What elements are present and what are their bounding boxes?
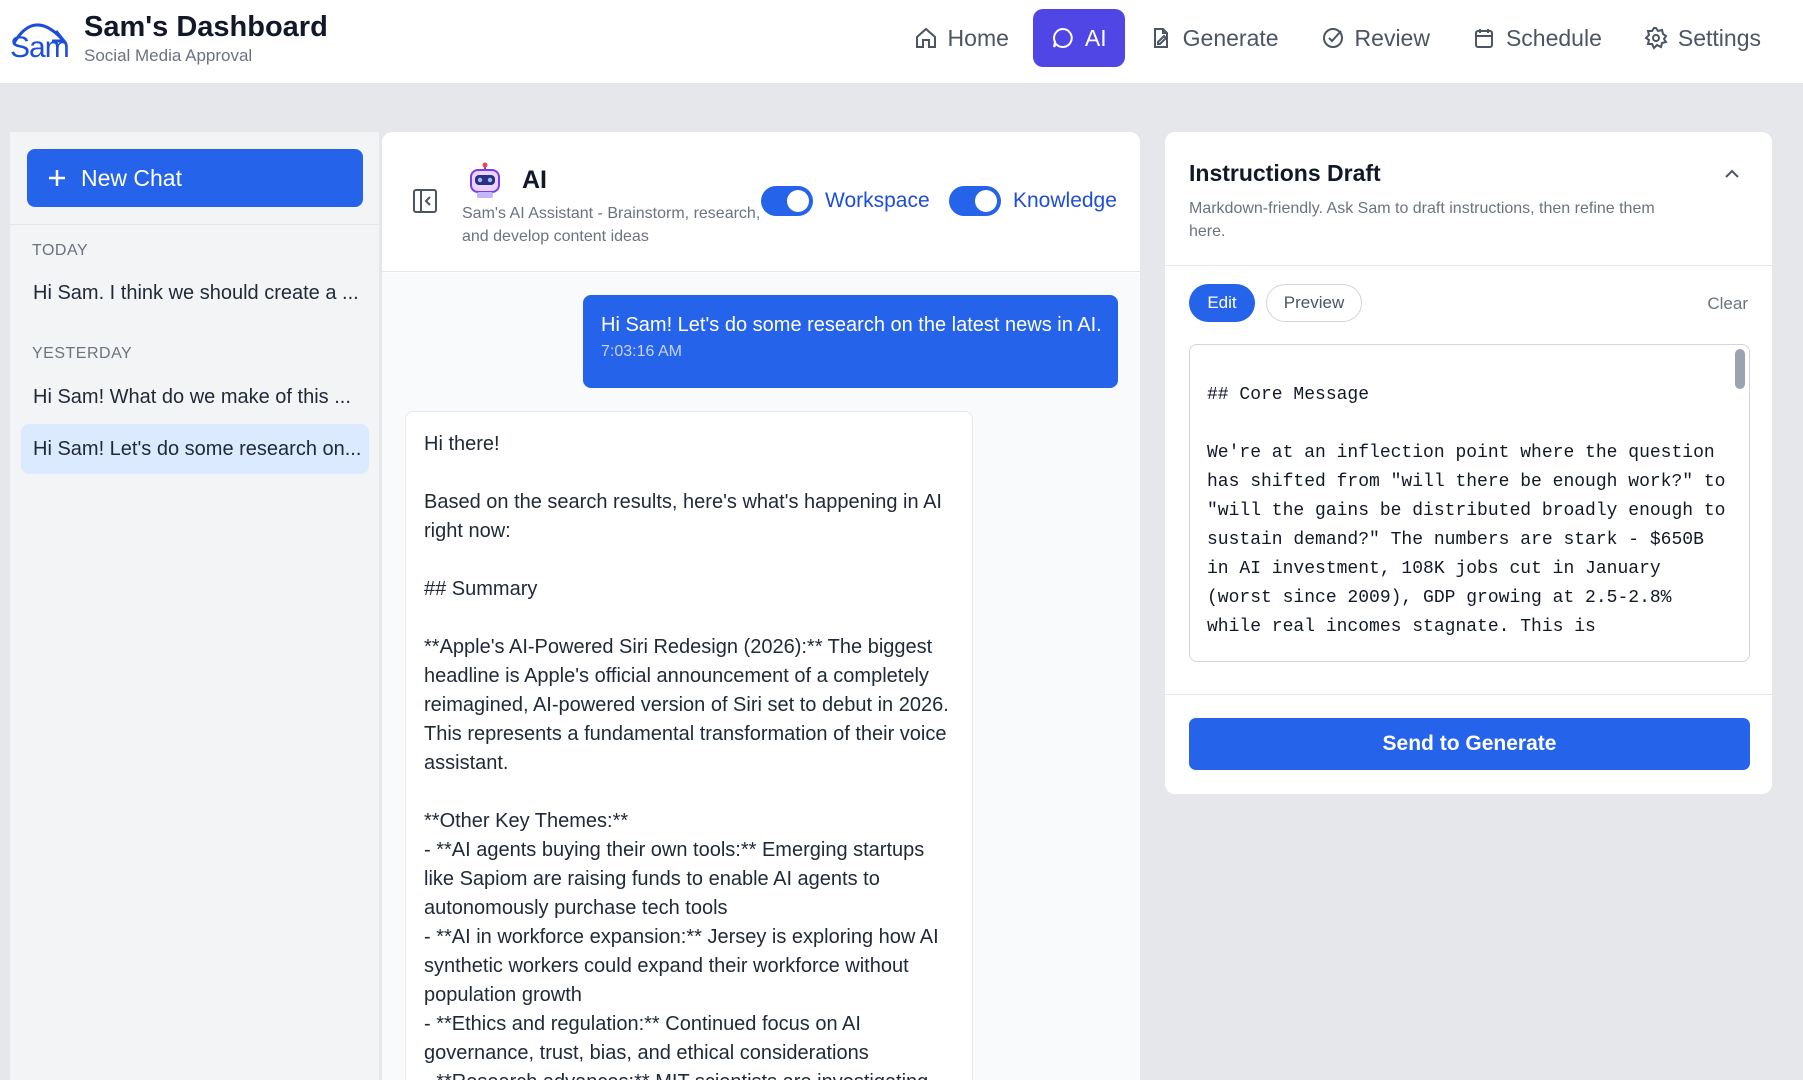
section-label-yesterday: YESTERDAY xyxy=(32,345,133,362)
preview-tab[interactable]: Preview xyxy=(1266,284,1362,322)
chat-panel: AI Sam's AI Assistant - Brainstorm, rese… xyxy=(382,132,1140,1080)
nav-schedule[interactable]: Schedule xyxy=(1454,9,1620,67)
message-list[interactable]: Hi Sam! Let's do some research on the la… xyxy=(382,273,1140,1080)
chat-history-item[interactable]: Hi Sam. I think we should create a ... xyxy=(21,268,369,318)
nav-review[interactable]: Review xyxy=(1303,9,1448,67)
nav-schedule-label: Schedule xyxy=(1505,24,1602,51)
chat-title: AI xyxy=(522,166,547,194)
robot-icon xyxy=(470,162,500,198)
home-icon xyxy=(915,27,936,48)
ai-greeting: Hi there! xyxy=(424,433,500,455)
editor-scrollbar[interactable] xyxy=(1735,349,1745,389)
chat-history-sidebar: New Chat TODAY Hi Sam. I think we should… xyxy=(10,132,380,1080)
section-label-today: TODAY xyxy=(32,242,89,259)
message-timestamp: 7:03:16 AM xyxy=(601,343,682,360)
nav-generate-label: Generate xyxy=(1182,24,1279,51)
new-chat-label: New Chat xyxy=(81,164,182,191)
workspace-switch[interactable] xyxy=(761,186,813,216)
nav-ai[interactable]: AI xyxy=(1032,9,1125,67)
top-bar: Sam Sam's Dashboard Social Media Approva… xyxy=(0,0,1803,84)
chevron-up-icon[interactable] xyxy=(1722,164,1742,184)
ai-message: Hi there! Based on the search results, h… xyxy=(405,411,973,1080)
nav-home-label: Home xyxy=(947,24,1009,51)
nav-ai-label: AI xyxy=(1084,24,1107,51)
sam-logo: Sam xyxy=(8,13,70,65)
send-to-generate-button[interactable]: Send to Generate xyxy=(1189,718,1750,770)
ai-themes-heading: **Other Key Themes:** xyxy=(424,810,629,832)
knowledge-toggle[interactable]: Knowledge xyxy=(949,186,1117,216)
chat-icon xyxy=(1052,27,1073,48)
editor-content[interactable]: ## Core Message We're at an inflection p… xyxy=(1207,381,1733,642)
nav-settings-label: Settings xyxy=(1677,24,1761,51)
logo-text: Sam xyxy=(10,31,70,64)
knowledge-label: Knowledge xyxy=(1013,189,1117,212)
main-nav: Home AI Generate Review Schedule Setting… xyxy=(896,9,1779,67)
new-chat-button[interactable]: New Chat xyxy=(27,149,363,207)
ai-bullet: - **Ethics and regulation:** Continued f… xyxy=(424,1013,869,1064)
ai-bullet: - **Research advances:** MIT scientists … xyxy=(424,1068,954,1080)
panel-divider xyxy=(1165,265,1772,266)
instructions-editor[interactable]: ## Core Message We're at an inflection p… xyxy=(1189,344,1750,662)
user-message-text: Hi Sam! Let's do some research on the la… xyxy=(601,314,1102,336)
edit-tab[interactable]: Edit xyxy=(1189,284,1255,322)
user-message: Hi Sam! Let's do some research on the la… xyxy=(583,295,1118,388)
ai-paragraph: **Apple's AI-Powered Siri Redesign (2026… xyxy=(424,636,949,774)
check-circle-icon xyxy=(1322,28,1343,48)
sidebar-divider xyxy=(10,224,380,225)
workspace-label: Workspace xyxy=(825,189,930,212)
calendar-icon xyxy=(1474,29,1493,48)
gear-icon xyxy=(1644,27,1668,50)
plus-icon xyxy=(49,170,65,186)
knowledge-switch[interactable] xyxy=(949,186,1001,216)
ai-bullet: - **AI in workforce expansion:** Jersey … xyxy=(424,926,939,1006)
workspace-toggle[interactable]: Workspace xyxy=(761,186,930,216)
ai-intro: Based on the search results, here's what… xyxy=(424,491,942,542)
chat-header: AI Sam's AI Assistant - Brainstorm, rese… xyxy=(382,132,1140,272)
panel-divider xyxy=(1165,694,1772,695)
document-pen-icon xyxy=(1153,28,1168,48)
sidebar-collapse-icon[interactable] xyxy=(412,188,438,214)
instructions-draft-panel: Instructions Draft Markdown-friendly. As… xyxy=(1165,132,1772,794)
app-subtitle: Social Media Approval xyxy=(84,46,253,65)
app-title: Sam's Dashboard xyxy=(84,11,328,43)
clear-button[interactable]: Clear xyxy=(1707,294,1748,314)
ai-bullet: - **AI agents buying their own tools:** … xyxy=(424,839,925,919)
chat-history-item-active[interactable]: Hi Sam! Let's do some research on... xyxy=(21,424,369,474)
nav-settings[interactable]: Settings xyxy=(1626,9,1779,67)
nav-generate[interactable]: Generate xyxy=(1131,9,1297,67)
nav-home[interactable]: Home xyxy=(896,9,1027,67)
instructions-description: Markdown-friendly. Ask Sam to draft inst… xyxy=(1189,200,1655,240)
nav-review-label: Review xyxy=(1354,24,1430,51)
chat-history-item[interactable]: Hi Sam! What do we make of this ... xyxy=(21,372,369,422)
brand[interactable]: Sam Sam's Dashboard Social Media Approva… xyxy=(8,12,328,66)
instructions-title: Instructions Draft xyxy=(1189,160,1381,186)
ai-summary-heading: ## Summary xyxy=(424,578,538,600)
chat-description: Sam's AI Assistant - Brainstorm, researc… xyxy=(462,205,761,245)
